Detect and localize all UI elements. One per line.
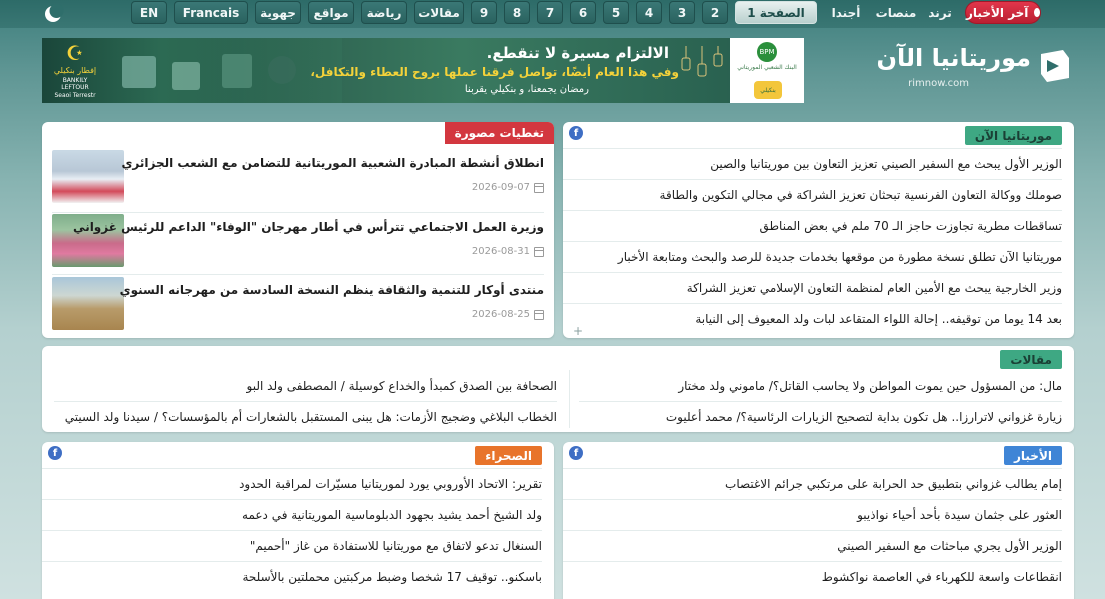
banner-brand: ☪ إفطار بنكيلي BANKILY LEFTOUR Seaoi Ter…	[50, 41, 100, 99]
article-item[interactable]: الخطاب البلاغي وضجيج الأزمات: هل يبنى ال…	[54, 401, 557, 432]
articles-tag[interactable]: مقالات	[1000, 350, 1062, 369]
nav-item-english[interactable]: EN	[131, 1, 167, 24]
list-item[interactable]: بعد 14 يوما من توقيفه.. إحالة اللواء الم…	[563, 303, 1062, 334]
calendar-icon	[534, 182, 544, 193]
banner-subline: وفي هذا العام أيضًا، تواصل فرقنا عملها ب…	[310, 65, 679, 79]
facebook-icon[interactable]: f	[48, 446, 62, 460]
coverage-item[interactable]: منتدى أوكار للتنمية والثقافة ينظم النسخة…	[52, 277, 544, 339]
coverage-item[interactable]: انطلاق أنشطة المبادرة الشعبية الموريتاني…	[52, 150, 544, 212]
nav-item-sports[interactable]: رياضة	[361, 1, 407, 24]
sahara-panel: الصحراء f تقرير: الاتحاد الأوروبي يورد ل…	[42, 442, 554, 599]
coverage-title[interactable]: منتدى أوكار للتنمية والثقافة ينظم النسخة…	[120, 283, 544, 297]
crescent-icon: ☪	[66, 41, 84, 65]
logo-url: rimnow.com	[908, 78, 969, 89]
banner-decoration-icon	[122, 54, 296, 90]
nav-item-page-6[interactable]: 6	[570, 1, 596, 24]
coverage-date: 2026-08-25	[472, 309, 544, 320]
nav-item-page-1[interactable]: الصفحة 1	[735, 1, 817, 24]
list-item[interactable]: تساقطات مطرية تجاوزت حاجز الـ 70 ملم في …	[563, 210, 1062, 241]
list-item[interactable]: العثور على جثمان سيدة بأحد أحياء نواذيبو	[563, 499, 1062, 530]
nav-item-platforms[interactable]: منصات	[875, 1, 917, 24]
logo-mark-icon	[1041, 50, 1069, 82]
calendar-icon	[534, 309, 544, 320]
calendar-icon	[534, 246, 544, 257]
nav-item-page-9[interactable]: 9	[471, 1, 497, 24]
list-item[interactable]: ولد الشيخ أحمد يشيد بجهود الدبلوماسية ال…	[42, 499, 542, 530]
nav-item-sites[interactable]: مواقع	[308, 1, 354, 24]
list-item[interactable]: موريتانيا الآن تطلق نسخة مطورة من موقعها…	[563, 241, 1062, 272]
list-item[interactable]: إمام يطالب غزواني بتطبيق حد الحرابة على …	[563, 468, 1062, 499]
facebook-icon[interactable]: f	[569, 126, 583, 140]
nav-item-page-3[interactable]: 3	[669, 1, 695, 24]
sahara-tag[interactable]: الصحراء	[475, 446, 542, 465]
logo-title: موريتانيا الآن	[876, 44, 1031, 72]
site-logo[interactable]: موريتانيا الآن rimnow.com	[869, 40, 1069, 92]
nav-item-french[interactable]: Francais	[174, 1, 248, 24]
coverage-date: 2026-08-31	[472, 246, 544, 257]
nav-item-page-4[interactable]: 4	[636, 1, 662, 24]
list-item[interactable]: السنغال تدعو لاتفاق مع موريتانيا للاستفا…	[42, 530, 542, 561]
plus-icon[interactable]: +	[573, 324, 583, 338]
nav-item-page-2[interactable]: 2	[702, 1, 728, 24]
divider	[52, 274, 544, 275]
nav-item-trend[interactable]: ترند	[925, 1, 955, 24]
sponsor-block: BPM البنك الشعبي الموريتاني بنكيلي	[730, 38, 804, 103]
article-item[interactable]: الصحافة بين الصدق كمبدأ والخداع كوسيلة /…	[54, 370, 557, 401]
nav-item-page-5[interactable]: 5	[603, 1, 629, 24]
article-item[interactable]: زيارة غزواني لاترارزا.. هل تكون بداية لت…	[579, 401, 1062, 432]
list-item[interactable]: باسكنو.. توقيف 17 شخصا وضبط مركبتين محمل…	[42, 561, 542, 592]
coverage-title[interactable]: وزيرة العمل الاجتماعي تترأس في أطار مهرج…	[73, 220, 544, 234]
list-item[interactable]: الوزير الأول يبحث مع السفير الصيني تعزيز…	[563, 148, 1062, 179]
coverage-thumbnail[interactable]	[52, 277, 124, 330]
coverage-date: 2026-09-07	[472, 182, 544, 193]
list-item[interactable]: صوملك ووكالة التعاون الفرنسية تبحثان تعز…	[563, 179, 1062, 210]
divider	[52, 212, 544, 213]
article-item[interactable]: مال: من المسؤول حين يموت المواطن ولا يحا…	[579, 370, 1062, 401]
banner-headline: الالتزام مسيرة لا تنقطع.	[486, 44, 669, 62]
moon-icon[interactable]	[42, 3, 64, 25]
photo-coverage-panel: تغطيات مصورة انطلاق أنشطة المبادرة الشعب…	[42, 122, 554, 338]
articles-panel: مقالات مال: من المسؤول حين يموت المواطن …	[42, 346, 1074, 432]
lantern-icon	[681, 46, 723, 77]
coverage-thumbnail[interactable]	[52, 150, 124, 203]
news-tag[interactable]: الأخبار	[1003, 446, 1062, 465]
coverage-title[interactable]: انطلاق أنشطة المبادرة الشعبية الموريتاني…	[121, 156, 544, 170]
sponsor-logo-icon: BPM	[757, 42, 777, 62]
nav-item-page-7[interactable]: 7	[537, 1, 563, 24]
list-item[interactable]: انقطاعات واسعة للكهرباء في العاصمة نواكش…	[563, 561, 1062, 592]
banner-tagline: رمضان يجمعنا، و بنكيلي يقربنا	[464, 84, 589, 95]
top-navigation: آخر الأخبار ترند منصات أجندا الصفحة 1 2 …	[0, 0, 1105, 28]
nav-item-regional[interactable]: جهوية	[255, 1, 301, 24]
mauritania-now-panel: موريتانيا الآن f الوزير الأول يبحث مع ال…	[563, 122, 1074, 338]
list-item[interactable]: الوزير الأول يجري مباحثات مع السفير الصي…	[563, 530, 1062, 561]
photo-coverage-tag[interactable]: تغطيات مصورة	[444, 122, 554, 144]
sponsor-badge: بنكيلي	[754, 81, 782, 99]
list-item[interactable]: وزير الخارجية يبحث مع الأمين العام لمنظم…	[563, 272, 1062, 303]
latest-news-button[interactable]: آخر الأخبار	[965, 1, 1041, 24]
divider	[569, 370, 570, 428]
news-panel: الأخبار f إمام يطالب غزواني بتطبيق حد ال…	[563, 442, 1074, 599]
facebook-icon[interactable]: f	[569, 446, 583, 460]
nav-item-page-8[interactable]: 8	[504, 1, 530, 24]
live-dot-icon	[1034, 8, 1040, 17]
ad-banner[interactable]: ☪ إفطار بنكيلي BANKILY LEFTOUR Seaoi Ter…	[42, 38, 804, 103]
list-item[interactable]: تقرير: الاتحاد الأوروبي يورد لموريتانيا …	[42, 468, 542, 499]
nav-item-agenda[interactable]: أجندا	[827, 1, 865, 24]
mauritania-now-tag[interactable]: موريتانيا الآن	[964, 126, 1062, 145]
nav-item-articles[interactable]: مقالات	[414, 1, 464, 24]
coverage-item[interactable]: وزيرة العمل الاجتماعي تترأس في أطار مهرج…	[52, 214, 544, 276]
